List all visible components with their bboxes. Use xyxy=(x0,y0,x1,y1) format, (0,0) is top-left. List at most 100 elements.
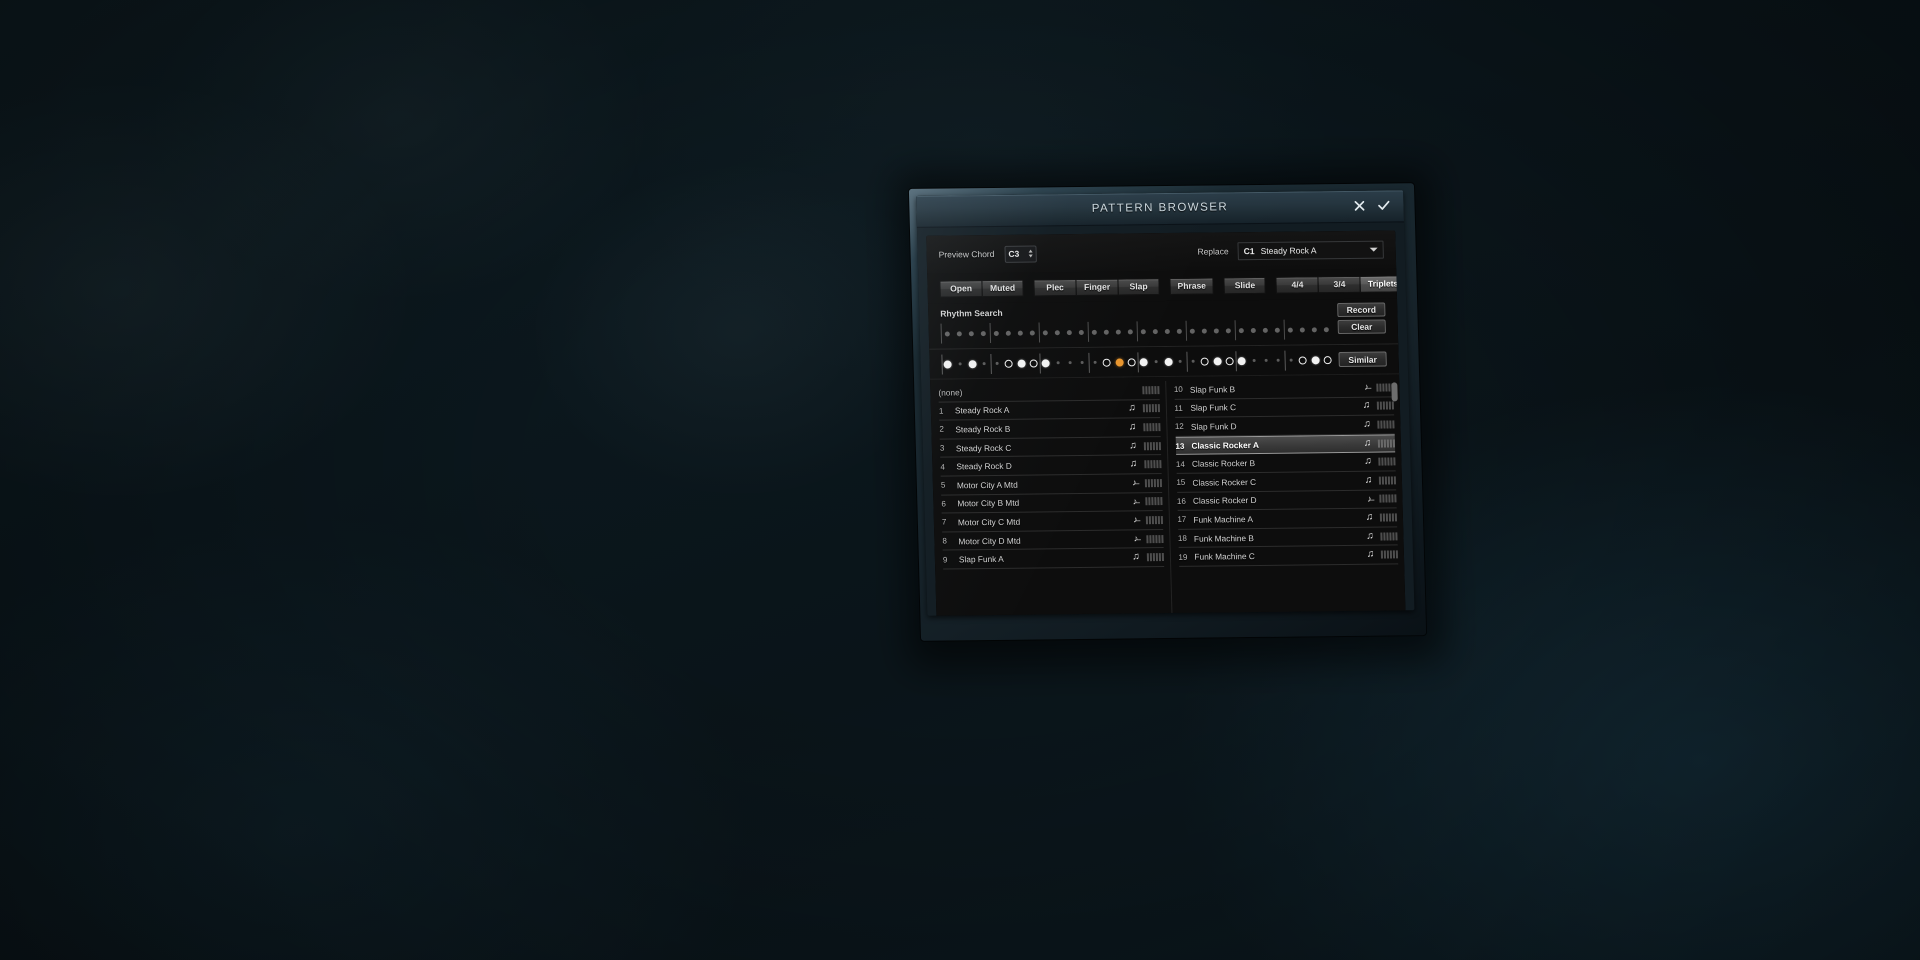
pattern-step-23[interactable] xyxy=(1211,348,1224,374)
pattern-list-right[interactable]: 10 Slap Funk B ♪̶ 11 Slap Funk C ♫ 12 Slap Funk… xyxy=(1164,378,1406,616)
stepper-arrows-icon[interactable] xyxy=(1028,249,1033,258)
pattern-step-16[interactable] xyxy=(1125,349,1138,375)
filter-button-plec[interactable]: Plec xyxy=(1033,278,1076,297)
filter-button-triplets[interactable]: Triplets xyxy=(1359,274,1406,293)
rhythm-step-21[interactable] xyxy=(1186,320,1199,342)
pattern-list-left[interactable]: (none) 1 Steady Rock A ♫ 2 Steady Rock B ♫ 3 Ste… xyxy=(930,381,1171,616)
list-item[interactable]: 9 Slap Funk A ♫ xyxy=(942,548,1164,570)
pattern-step-4[interactable] xyxy=(978,351,991,377)
rhythm-step-32[interactable] xyxy=(1320,318,1333,340)
pattern-step-9[interactable] xyxy=(1039,350,1052,376)
rhythm-step-26[interactable] xyxy=(1247,319,1260,341)
pattern-step-27[interactable] xyxy=(1260,347,1273,373)
rhythm-step-27[interactable] xyxy=(1259,319,1272,341)
pattern-step-26[interactable] xyxy=(1248,347,1261,373)
filter-button-4-4[interactable]: 4/4 xyxy=(1275,275,1319,294)
pattern-step-28[interactable] xyxy=(1272,347,1285,373)
preview-chord-stepper[interactable]: C3 xyxy=(1004,244,1037,263)
pattern-step-2[interactable] xyxy=(954,351,967,377)
filter-button-slide[interactable]: Slide xyxy=(1223,276,1267,294)
pattern-step-21[interactable] xyxy=(1186,348,1199,374)
pattern-step-5[interactable] xyxy=(990,350,1003,376)
list-item[interactable]: 2 Steady Rock B ♫ xyxy=(939,418,1161,440)
pattern-step-17[interactable] xyxy=(1137,349,1150,375)
pattern-step-30[interactable] xyxy=(1297,347,1310,373)
rhythm-step-12[interactable] xyxy=(1075,321,1088,343)
rhythm-step-29[interactable] xyxy=(1284,319,1297,341)
filter-button-muted[interactable]: Muted xyxy=(981,279,1024,297)
rhythm-step-14[interactable] xyxy=(1100,321,1113,343)
rhythm-step-23[interactable] xyxy=(1210,319,1223,341)
rhythm-step-31[interactable] xyxy=(1308,318,1321,340)
pattern-step-1[interactable] xyxy=(941,351,954,377)
chevron-down-icon[interactable] xyxy=(1369,247,1378,252)
list-item[interactable]: 17 Funk Machine A ♫ xyxy=(1177,508,1398,530)
rhythm-step-16[interactable] xyxy=(1124,320,1137,342)
rhythm-step-3[interactable] xyxy=(965,322,978,344)
rhythm-step-4[interactable] xyxy=(977,322,990,344)
pattern-step-15[interactable] xyxy=(1113,349,1126,375)
close-icon[interactable] xyxy=(1351,198,1367,214)
pattern-step-22[interactable] xyxy=(1199,348,1212,374)
scrollbar-thumb[interactable] xyxy=(1391,382,1398,402)
rhythm-step-20[interactable] xyxy=(1173,320,1186,342)
list-item[interactable]: 5 Motor City A Mtd ♪̶ xyxy=(940,474,1162,496)
pattern-step-32[interactable] xyxy=(1321,347,1334,373)
pattern-step-20[interactable] xyxy=(1174,348,1187,374)
similar-button[interactable]: Similar xyxy=(1338,351,1387,368)
rhythm-step-28[interactable] xyxy=(1271,319,1284,341)
rhythm-step-13[interactable] xyxy=(1088,321,1101,343)
rhythm-step-22[interactable] xyxy=(1198,320,1211,342)
list-item[interactable]: 12 Slap Funk D ♫ xyxy=(1174,415,1395,437)
pattern-step-7[interactable] xyxy=(1015,350,1028,376)
rhythm-step-11[interactable] xyxy=(1063,321,1076,343)
list-item[interactable]: 3 Steady Rock C ♫ xyxy=(939,436,1161,458)
filter-button-finger[interactable]: Finger xyxy=(1075,278,1118,296)
replace-dropdown[interactable]: C1 Steady Rock A xyxy=(1237,240,1384,261)
pattern-preview-grid[interactable] xyxy=(941,347,1334,377)
pattern-step-31[interactable] xyxy=(1309,347,1322,373)
list-item[interactable]: 11 Slap Funk C ♫ xyxy=(1174,397,1395,419)
pattern-step-12[interactable] xyxy=(1076,349,1089,375)
rhythm-step-19[interactable] xyxy=(1161,320,1174,342)
list-item[interactable]: 1 Steady Rock A ♫ xyxy=(938,399,1160,421)
list-item[interactable]: 4 Steady Rock D ♫ xyxy=(940,455,1162,477)
pattern-step-13[interactable] xyxy=(1088,349,1101,375)
pattern-step-18[interactable] xyxy=(1150,349,1163,375)
list-item[interactable]: 18 Funk Machine B ♫ xyxy=(1177,527,1398,549)
pattern-step-19[interactable] xyxy=(1162,348,1175,374)
record-button[interactable]: Record xyxy=(1337,302,1386,318)
rhythm-step-9[interactable] xyxy=(1039,321,1052,343)
rhythm-step-1[interactable] xyxy=(940,322,953,344)
rhythm-step-8[interactable] xyxy=(1026,321,1039,343)
list-item[interactable]: 16 Classic Rocker D ♪̶ xyxy=(1176,489,1397,512)
pattern-step-24[interactable] xyxy=(1223,348,1236,374)
filter-button-slap[interactable]: Slap xyxy=(1117,277,1160,296)
list-item[interactable]: 15 Classic Rocker C ♫ xyxy=(1176,471,1397,493)
filter-button-3-4[interactable]: 3/4 xyxy=(1317,275,1361,293)
list-item[interactable]: 14 Classic Rocker B ♫ xyxy=(1175,452,1396,474)
rhythm-step-6[interactable] xyxy=(1002,322,1015,344)
rhythm-step-18[interactable] xyxy=(1149,320,1162,342)
rhythm-step-30[interactable] xyxy=(1296,318,1309,340)
rhythm-step-17[interactable] xyxy=(1137,320,1150,342)
pattern-step-6[interactable] xyxy=(1003,350,1016,376)
list-item[interactable]: 8 Motor City D Mtd ♪̶ xyxy=(942,529,1164,551)
rhythm-step-15[interactable] xyxy=(1112,320,1125,342)
list-item[interactable]: 19 Funk Machine C ♫ xyxy=(1178,545,1399,567)
pattern-step-25[interactable] xyxy=(1235,348,1248,374)
list-item[interactable]: (none) xyxy=(938,381,1160,403)
list-item[interactable]: 6 Motor City B Mtd ♪̶ xyxy=(941,492,1163,514)
check-icon[interactable] xyxy=(1375,197,1391,213)
list-item[interactable]: 13 Classic Rocker A ♫ xyxy=(1175,434,1396,456)
rhythm-step-2[interactable] xyxy=(953,322,966,344)
pattern-step-14[interactable] xyxy=(1101,349,1114,375)
rhythm-step-5[interactable] xyxy=(990,322,1003,344)
pattern-step-8[interactable] xyxy=(1027,350,1040,376)
pattern-step-10[interactable] xyxy=(1052,350,1065,376)
list-item[interactable]: 7 Motor City C Mtd ♪̶ xyxy=(941,511,1163,533)
pattern-step-3[interactable] xyxy=(966,351,979,377)
rhythm-step-24[interactable] xyxy=(1222,319,1235,341)
rhythm-search-grid[interactable] xyxy=(940,318,1333,344)
rhythm-step-7[interactable] xyxy=(1014,322,1027,344)
